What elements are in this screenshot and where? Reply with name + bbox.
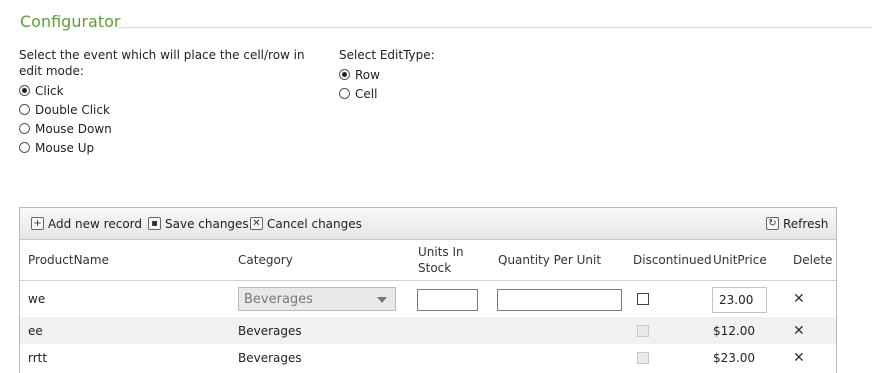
add-record-button[interactable]: + Add new record (31, 215, 142, 232)
add-record-label: Add new record (48, 216, 142, 231)
delete-icon[interactable]: ✕ (793, 291, 805, 307)
product-name-cell[interactable]: we (28, 281, 45, 317)
unit-price-cell: $12.00 (713, 323, 755, 338)
edit-type-cell[interactable]: Cell (339, 84, 539, 103)
header-category[interactable]: Category (238, 240, 293, 280)
delete-icon[interactable]: ✕ (793, 323, 805, 339)
radio-label: Mouse Down (35, 121, 112, 136)
header-units-in-stock-line2: Stock (418, 261, 452, 275)
delete-cell: ✕ (793, 317, 805, 344)
edit-type-label: Select EditType: (339, 48, 435, 62)
delete-icon[interactable]: ✕ (793, 350, 805, 366)
save-changes-button[interactable]: ▪ Save changes (148, 215, 249, 232)
product-name-cell: rrtt (28, 351, 48, 365)
units-in-stock-input[interactable] (417, 289, 478, 311)
radio-label: Cell (355, 86, 378, 101)
unit-price-input[interactable]: 23.00 (712, 287, 767, 313)
table-row-edit: we Beverages 23.00 ✕ (20, 281, 836, 317)
configurator-title: Configurator (20, 12, 121, 31)
cancel-changes-label: Cancel changes (267, 216, 362, 231)
radio-label: Mouse Up (35, 140, 95, 155)
event-option-mouse-down[interactable]: Mouse Down (19, 119, 319, 138)
discontinued-cell (637, 317, 649, 344)
radio-button[interactable] (19, 123, 30, 134)
edit-event-label: Select the event which will place the ce… (19, 48, 305, 78)
event-option-click[interactable]: Click (19, 81, 319, 100)
radio-label: Double Click (35, 102, 110, 117)
header-discontinued[interactable]: Discontinued (633, 240, 712, 280)
edit-type-group: Select EditType: Row Cell (339, 47, 539, 103)
discontinued-cell (637, 344, 649, 372)
header-units-in-stock[interactable]: Units In Stock (418, 240, 464, 280)
delete-cell: ✕ (793, 344, 805, 372)
save-changes-label: Save changes (165, 216, 249, 231)
cancel-changes-button[interactable]: ✕ Cancel changes (250, 215, 362, 232)
edit-type-row[interactable]: Row (339, 65, 539, 84)
configurator-divider (118, 27, 872, 28)
discontinued-checkbox[interactable] (637, 293, 649, 305)
refresh-label: Refresh (783, 216, 829, 231)
quantity-per-unit-input[interactable] (497, 289, 622, 311)
category-select[interactable]: Beverages (238, 287, 396, 311)
edit-event-group: Select the event which will place the ce… (19, 47, 319, 157)
header-product-name[interactable]: ProductName (28, 240, 109, 280)
refresh-icon: ↻ (766, 217, 779, 230)
discontinued-checkbox (637, 324, 649, 337)
radio-button[interactable] (19, 85, 30, 96)
header-units-in-stock-line1: Units In (418, 245, 464, 259)
header-delete: Delete (793, 253, 833, 267)
products-grid: + Add new record ▪ Save changes ✕ Cancel… (19, 207, 837, 373)
table-row: rrtt Beverages $23.00 ✕ (20, 344, 836, 372)
discontinued-checkbox (637, 352, 649, 364)
header-quantity-per-unit[interactable]: Quantity Per Unit (498, 240, 601, 280)
refresh-button[interactable]: ↻ Refresh (766, 215, 828, 232)
radio-button[interactable] (339, 69, 350, 80)
save-icon: ▪ (148, 217, 161, 230)
category-select-value: Beverages (244, 291, 313, 307)
event-option-double-click[interactable]: Double Click (19, 100, 319, 119)
header-unit-price[interactable]: UnitPrice (713, 240, 767, 280)
radio-button[interactable] (19, 142, 30, 153)
unit-price-cell: $23.00 (713, 351, 755, 365)
radio-label: Row (355, 67, 380, 82)
grid-toolbar: + Add new record ▪ Save changes ✕ Cancel… (20, 208, 836, 240)
discontinued-cell (637, 281, 649, 317)
radio-label: Click (35, 83, 64, 98)
radio-button[interactable] (19, 104, 30, 115)
chevron-down-icon (377, 297, 387, 303)
radio-button[interactable] (339, 88, 350, 99)
table-row: ee Beverages $12.00 ✕ (20, 317, 836, 344)
event-option-mouse-up[interactable]: Mouse Up (19, 138, 319, 157)
category-cell: Beverages (238, 323, 302, 338)
product-name-cell: ee (28, 323, 43, 338)
category-cell: Beverages (238, 351, 302, 365)
grid-header-row: ProductName Category Units In Stock Quan… (20, 240, 836, 281)
delete-cell: ✕ (793, 281, 805, 317)
close-icon: ✕ (250, 217, 263, 230)
plus-icon: + (31, 217, 44, 230)
